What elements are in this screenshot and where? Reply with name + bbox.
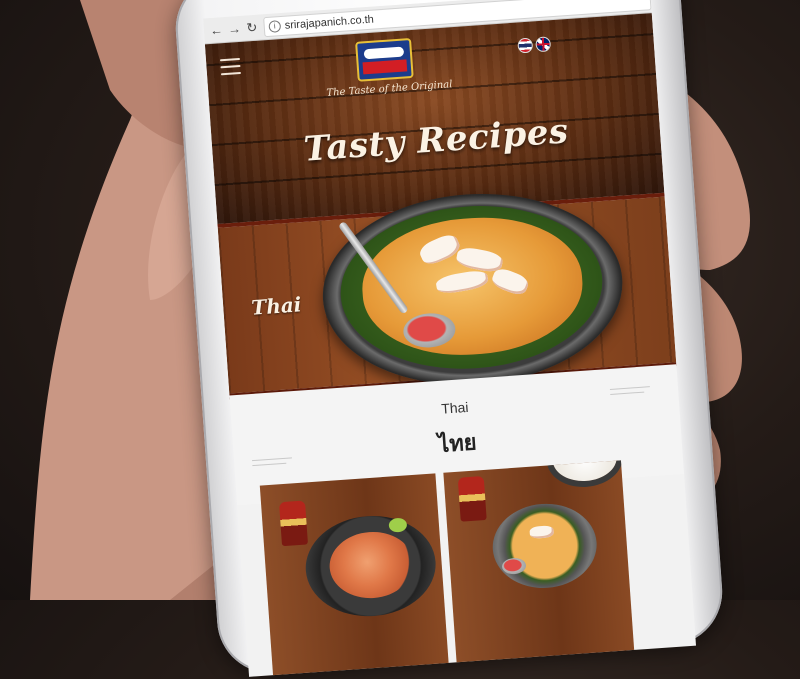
phone-screen: ← → ↻ i srirajapanich.co.th The Taste of… [203,0,697,677]
info-icon[interactable]: i [268,19,282,33]
sriracha-bottle-image [279,500,309,547]
category-label: Thai [250,292,303,320]
recipe-grid [259,456,693,677]
back-arrow-icon[interactable]: ← [209,22,223,38]
sriracha-bottle-image [457,475,487,522]
hero-header: The Taste of the Original Tasty Recipes [204,13,665,224]
pan-image [489,500,600,592]
page-title: Tasty Recipes [302,111,570,170]
uk-flag-icon[interactable] [535,36,552,53]
brand-logo[interactable] [355,37,414,82]
url-text: srirajapanich.co.th [284,13,375,32]
brand-tagline: The Taste of the Original [326,79,453,100]
hamburger-menu-icon[interactable] [219,57,242,76]
phone-frame: ← → ↻ i srirajapanich.co.th The Taste of… [172,0,726,677]
recipe-card[interactable] [443,460,635,673]
thai-flag-icon[interactable] [517,37,534,54]
forward-arrow-icon[interactable]: → [227,21,241,37]
reload-icon[interactable]: ↻ [245,19,258,36]
recipe-card[interactable] [259,473,450,677]
rice-bowl-image [551,460,619,484]
